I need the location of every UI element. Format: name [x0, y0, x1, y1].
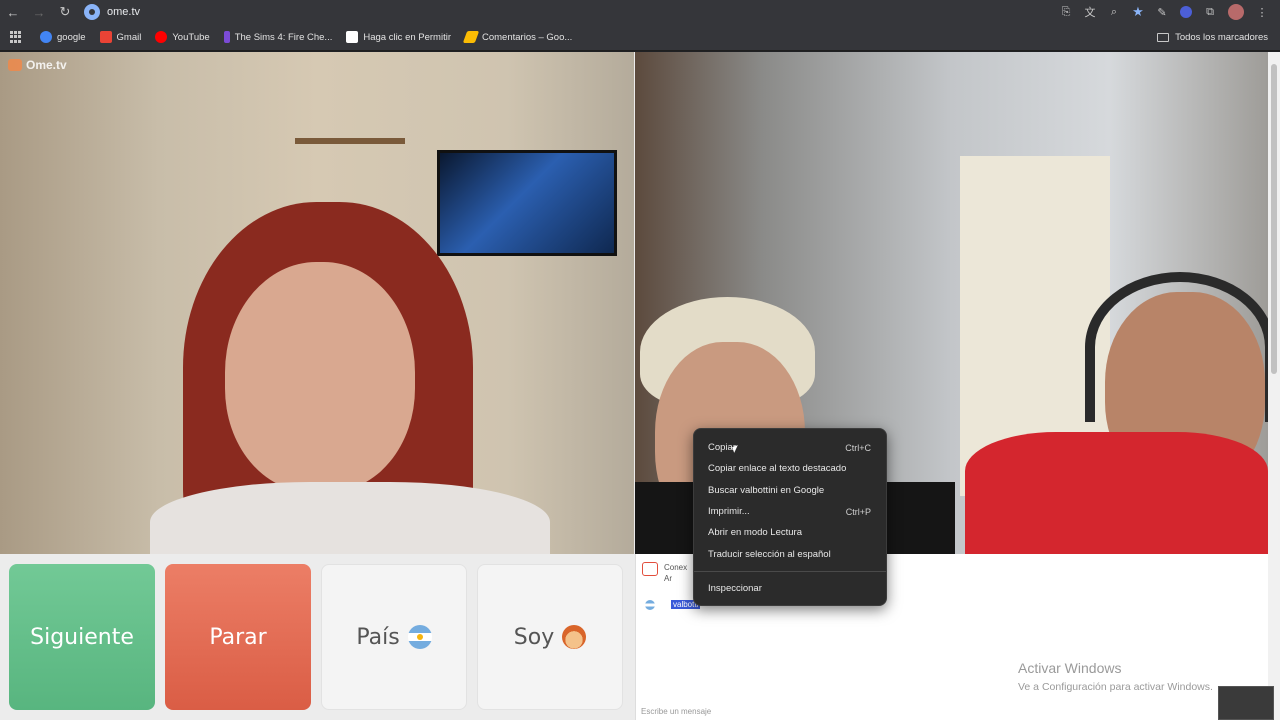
all-bookmarks[interactable]: Todos los marcadores	[1157, 24, 1268, 51]
bookmark-comentarios[interactable]: Comentarios – Goo...	[462, 31, 573, 43]
stop-button[interactable]: Parar	[165, 564, 311, 710]
stop-label: Parar	[209, 624, 267, 650]
camera-icon	[8, 59, 22, 71]
person-shirt	[965, 432, 1268, 554]
menu-item-shortcut: Ctrl+C	[845, 442, 871, 453]
logo-text: Ome.tv	[26, 58, 67, 72]
bookmark-youtube[interactable]: YouTube	[155, 31, 210, 43]
argentina-flag-icon	[407, 625, 432, 649]
bookmark-sims[interactable]: The Sims 4: Fire Che...	[223, 31, 333, 43]
menu-item-label: Imprimir...	[708, 506, 750, 518]
menu-item-copy-link-highlight[interactable]: Copiar enlace al texto destacado	[694, 458, 886, 479]
ads-icon	[462, 31, 480, 43]
shelf	[295, 138, 405, 144]
taskbar-thumbnail	[1218, 686, 1274, 720]
menu-separator	[694, 570, 886, 572]
menu-item-label: Abrir en modo Lectura	[708, 527, 802, 539]
control-buttons: Siguiente Parar País Soy	[9, 564, 623, 710]
profile-avatar[interactable]	[1228, 4, 1244, 20]
page-icon	[346, 31, 359, 43]
menu-item-label: Traducir selección al español	[708, 548, 831, 560]
install-app-icon[interactable]: ⎘	[1056, 3, 1076, 21]
menu-item-shortcut: Ctrl+P	[845, 506, 871, 517]
youtube-icon	[155, 31, 168, 43]
menu-item-print[interactable]: Imprimir... Ctrl+P	[694, 501, 886, 522]
watermark-subtitle: Ve a Configuración para activar Windows.	[1018, 681, 1213, 693]
bookmark-label: Gmail	[116, 31, 142, 43]
next-label: Siguiente	[30, 624, 134, 650]
next-button[interactable]: Siguiente	[9, 564, 155, 710]
message-input[interactable]: Escribe un mensaje	[641, 707, 711, 716]
bookmark-star-icon[interactable]: ★	[1128, 3, 1148, 21]
person-face	[225, 262, 415, 492]
extensions-puzzle-icon[interactable]: ⧉	[1200, 3, 1220, 21]
gmail-icon	[99, 31, 112, 43]
back-icon[interactable]: ←	[0, 2, 26, 22]
ometv-page: Ome.tv Siguiente Parar País Soy Conex Ar…	[0, 52, 1280, 720]
menu-item-search-google[interactable]: Buscar valbottini en Google	[694, 480, 886, 501]
forward-icon[interactable]: →	[26, 2, 52, 22]
zoom-icon[interactable]: ⌕	[1104, 3, 1124, 21]
site-info-icon[interactable]	[84, 4, 100, 20]
all-bookmarks-label: Todos los marcadores	[1175, 32, 1268, 43]
argentina-flag-icon	[645, 600, 655, 610]
system-subtext: Ar	[664, 574, 672, 583]
page-scrollbar[interactable]	[1268, 52, 1280, 720]
watermark-title: Activar Windows	[1018, 660, 1122, 676]
sims-icon	[223, 31, 230, 43]
reload-icon[interactable]: ↻	[52, 2, 78, 22]
bookmark-label: YouTube	[172, 31, 210, 43]
more-menu-icon[interactable]: ⋮	[1252, 3, 1272, 21]
menu-item-copy[interactable]: Copiar Ctrl+C	[694, 437, 886, 458]
url-text[interactable]: ome.tv	[107, 6, 140, 18]
ometv-chat-logo-icon	[642, 562, 658, 576]
scrollbar-thumb[interactable]	[1271, 64, 1277, 374]
ometv-logo: Ome.tv	[8, 58, 67, 72]
menu-item-label: Copiar enlace al texto destacado	[708, 463, 847, 475]
bookmark-label: google	[57, 31, 86, 43]
bookmark-haga-clic[interactable]: Haga clic en Permitir	[346, 31, 451, 43]
bookmark-gmail[interactable]: Gmail	[99, 31, 142, 43]
person-body	[150, 482, 550, 554]
local-video: Ome.tv	[0, 52, 634, 554]
menu-item-label: Buscar valbottini en Google	[708, 484, 825, 496]
chat-message: valbotti	[645, 600, 701, 610]
windows-activation-watermark: Activar Windows Ve a Configuración para …	[1018, 660, 1213, 693]
boy-emoji-icon	[562, 625, 587, 649]
pen-extension-icon[interactable]: ✎	[1152, 3, 1172, 21]
context-menu: Copiar Ctrl+C Copiar enlace al texto des…	[693, 428, 887, 606]
bookmarks-bar: google Gmail YouTube The Sims 4: Fire Ch…	[0, 24, 1280, 51]
address-bar[interactable]: ome.tv	[84, 4, 140, 20]
country-label: País	[356, 624, 400, 650]
bookmark-label: Haga clic en Permitir	[363, 31, 451, 43]
browser-toolbar: ← → ↻ ome.tv ⎘ 文 ⌕ ★ ✎ ⧉ ⋮	[0, 0, 1280, 24]
menu-item-inspect[interactable]: Inspeccionar	[694, 578, 886, 599]
menu-item-reading-mode[interactable]: Abrir en modo Lectura	[694, 522, 886, 543]
folder-icon	[1157, 33, 1170, 42]
bookmark-label: Comentarios – Goo...	[482, 31, 573, 43]
gender-button[interactable]: Soy	[477, 564, 623, 710]
bookmark-google[interactable]: google	[40, 31, 86, 43]
menu-item-label: Inspeccionar	[708, 582, 762, 594]
google-icon	[40, 31, 52, 43]
system-message: Conex Ar	[642, 562, 687, 584]
menu-item-translate[interactable]: Traducir selección al español	[694, 543, 886, 564]
gender-label: Soy	[513, 624, 555, 650]
country-button[interactable]: País	[321, 564, 467, 710]
tv-screen	[437, 150, 617, 256]
apps-grid-icon[interactable]	[10, 31, 22, 43]
translate-icon[interactable]: 文	[1080, 3, 1100, 21]
extension-icon[interactable]	[1180, 6, 1192, 18]
bookmark-label: The Sims 4: Fire Che...	[234, 31, 333, 43]
toolbar-actions: ⎘ 文 ⌕ ★ ✎ ⧉ ⋮	[1056, 0, 1272, 24]
system-text: Conex	[664, 563, 688, 572]
